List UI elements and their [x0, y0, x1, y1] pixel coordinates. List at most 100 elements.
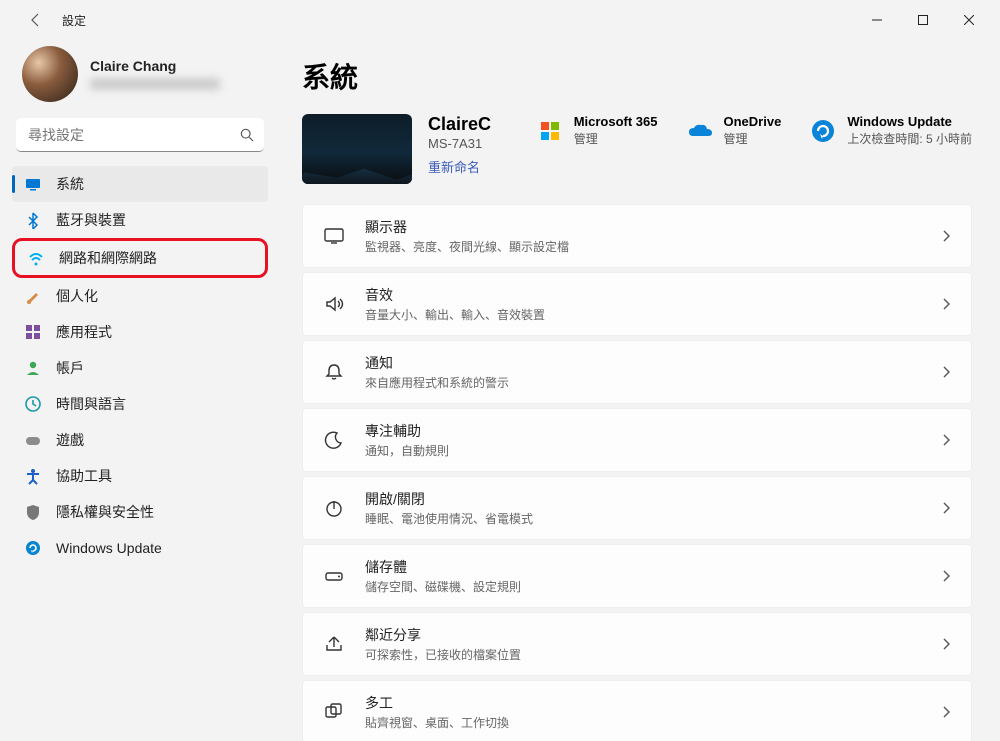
onedrive-icon: [687, 122, 713, 140]
sidebar-item-label: 網路和網際網路: [59, 248, 157, 268]
avatar: [22, 46, 78, 102]
sidebar-item-apps[interactable]: 應用程式: [12, 314, 268, 350]
search-box[interactable]: [16, 118, 264, 152]
time-icon: [24, 395, 42, 413]
sidebar-item-update[interactable]: Windows Update: [12, 530, 268, 566]
card-subtitle: 儲存空間、磁碟機、設定規則: [365, 578, 521, 595]
card-title: 專注輔助: [365, 421, 449, 441]
maximize-button[interactable]: [900, 4, 946, 36]
sidebar-item-label: 個人化: [56, 286, 98, 306]
account-icon: [24, 359, 42, 377]
sidebar-item-game[interactable]: 遊戲: [12, 422, 268, 458]
device-link-2[interactable]: Windows Update上次檢查時間: 5 小時前: [809, 114, 972, 147]
card-subtitle: 可探索性，已接收的檔案位置: [365, 646, 521, 663]
device-link-0[interactable]: Microsoft 365管理: [536, 114, 658, 147]
window-title: 設定: [62, 12, 86, 29]
sidebar-item-label: 系統: [56, 174, 84, 194]
sidebar-item-bluetooth[interactable]: 藍牙與裝置: [12, 202, 268, 238]
titlebar: 設定: [0, 0, 1000, 40]
settings-card-share[interactable]: 鄰近分享 可探索性，已接收的檔案位置: [302, 612, 972, 676]
device-link-sub: 上次檢查時間: 5 小時前: [847, 130, 972, 147]
sidebar-item-shield[interactable]: 隱私權與安全性: [12, 494, 268, 530]
sidebar: Claire Chang 系統藍牙與裝置網路和網際網路個人化應用程式帳戶時間與語…: [0, 40, 280, 741]
device-link-title: OneDrive: [724, 114, 782, 129]
sidebar-item-wifi[interactable]: 網路和網際網路: [12, 238, 268, 278]
settings-card-display[interactable]: 顯示器 監視器、亮度、夜間光線、顯示設定檔: [302, 204, 972, 268]
sidebar-item-system[interactable]: 系統: [12, 166, 268, 202]
close-icon: [964, 15, 974, 25]
search-input[interactable]: [16, 118, 264, 152]
main-content: 系統 ClaireC MS-7A31 重新命名 Microsoft 365管理O…: [280, 40, 1000, 741]
card-title: 通知: [365, 353, 509, 373]
device-row: ClaireC MS-7A31 重新命名 Microsoft 365管理 OneD…: [302, 114, 972, 184]
device-name: ClaireC: [428, 114, 491, 135]
bell-icon: [323, 361, 345, 383]
sidebar-item-access[interactable]: 協助工具: [12, 458, 268, 494]
device-link-title: Windows Update: [847, 114, 972, 129]
sidebar-item-label: 帳戶: [56, 358, 84, 378]
card-title: 顯示器: [365, 217, 569, 237]
profile-block[interactable]: Claire Chang: [12, 40, 268, 114]
device-link-sub: 管理: [574, 130, 658, 147]
card-subtitle: 來自應用程式和系統的警示: [365, 374, 509, 391]
sidebar-item-label: 時間與語言: [56, 394, 126, 414]
sidebar-nav: 系統藍牙與裝置網路和網際網路個人化應用程式帳戶時間與語言遊戲協助工具隱私權與安全…: [12, 166, 268, 566]
settings-card-bell[interactable]: 通知 來自應用程式和系統的警示: [302, 340, 972, 404]
card-subtitle: 通知，自動規則: [365, 442, 449, 459]
device-wallpaper-preview[interactable]: [302, 114, 412, 184]
settings-card-moon[interactable]: 專注輔助 通知，自動規則: [302, 408, 972, 472]
display-icon: [323, 225, 345, 247]
minimize-button[interactable]: [854, 4, 900, 36]
sidebar-item-brush[interactable]: 個人化: [12, 278, 268, 314]
card-title: 音效: [365, 285, 545, 305]
minimize-icon: [872, 15, 882, 25]
power-icon: [323, 497, 345, 519]
close-button[interactable]: [946, 4, 992, 36]
access-icon: [24, 467, 42, 485]
sound-icon: [323, 293, 345, 315]
chevron-right-icon: [941, 297, 951, 311]
rename-link[interactable]: 重新命名: [428, 157, 491, 176]
card-subtitle: 音量大小、輸出、輸入、音效裝置: [365, 306, 545, 323]
brush-icon: [24, 287, 42, 305]
shield-icon: [24, 503, 42, 521]
settings-card-storage[interactable]: 儲存體 儲存空間、磁碟機、設定規則: [302, 544, 972, 608]
multi-icon: [323, 701, 345, 723]
m365-icon: [538, 119, 562, 143]
sidebar-item-time[interactable]: 時間與語言: [12, 386, 268, 422]
storage-icon: [323, 565, 345, 587]
chevron-right-icon: [941, 501, 951, 515]
back-button[interactable]: [24, 8, 48, 32]
device-link-title: Microsoft 365: [574, 114, 658, 129]
settings-card-sound[interactable]: 音效 音量大小、輸出、輸入、音效裝置: [302, 272, 972, 336]
moon-icon: [323, 429, 345, 451]
update-icon: [24, 539, 42, 557]
window-controls: [854, 4, 992, 36]
device-info: ClaireC MS-7A31 重新命名: [428, 114, 491, 176]
device-link-1[interactable]: OneDrive管理: [686, 114, 782, 147]
profile-name: Claire Chang: [90, 58, 220, 74]
settings-card-power[interactable]: 開啟/關閉 睡眠、電池使用情況、省電模式: [302, 476, 972, 540]
search-icon: [240, 128, 254, 142]
profile-email-blurred: [90, 78, 220, 90]
game-icon: [24, 431, 42, 449]
card-title: 開啟/關閉: [365, 489, 533, 509]
sidebar-item-label: Windows Update: [56, 540, 162, 556]
share-icon: [323, 633, 345, 655]
settings-card-multi[interactable]: 多工 貼齊視窗、桌面、工作切換: [302, 680, 972, 741]
card-subtitle: 監視器、亮度、夜間光線、顯示設定檔: [365, 238, 569, 255]
card-title: 儲存體: [365, 557, 521, 577]
device-links: Microsoft 365管理OneDrive管理Windows Update上…: [536, 114, 972, 147]
chevron-right-icon: [941, 569, 951, 583]
sidebar-item-label: 遊戲: [56, 430, 84, 450]
chevron-right-icon: [941, 705, 951, 719]
maximize-icon: [918, 15, 928, 25]
windows-update-icon: [810, 118, 836, 144]
chevron-right-icon: [941, 229, 951, 243]
sidebar-item-label: 隱私權與安全性: [56, 502, 154, 522]
settings-cards: 顯示器 監視器、亮度、夜間光線、顯示設定檔 音效 音量大小、輸出、輸入、音效裝置…: [302, 204, 972, 741]
bluetooth-icon: [24, 211, 42, 229]
sidebar-item-account[interactable]: 帳戶: [12, 350, 268, 386]
chevron-right-icon: [941, 637, 951, 651]
chevron-right-icon: [941, 433, 951, 447]
